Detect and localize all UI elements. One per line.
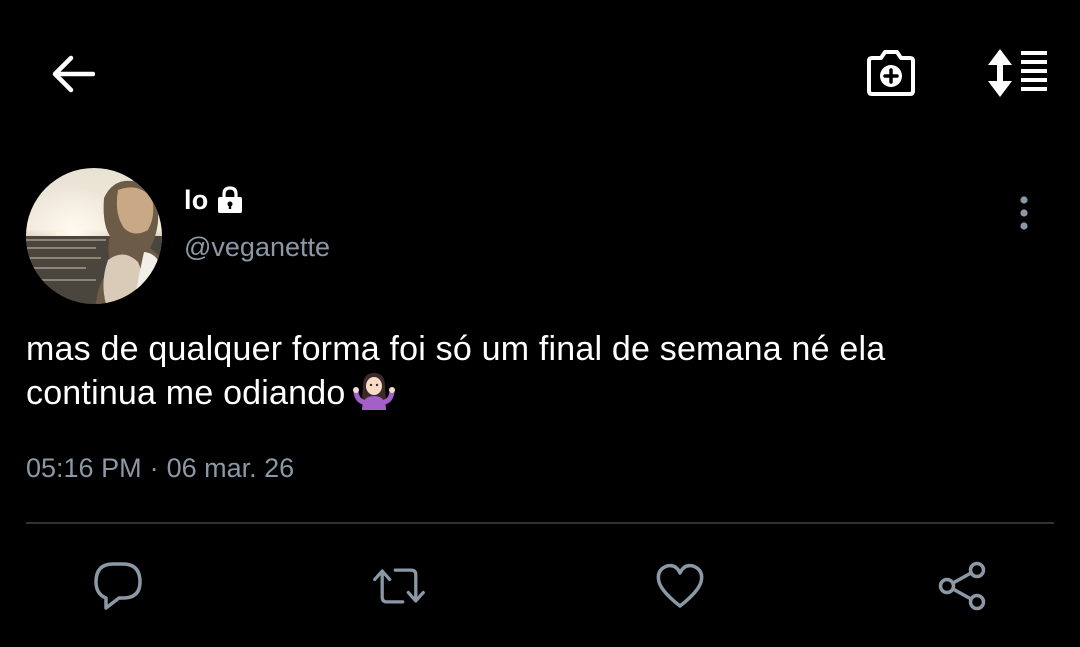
back-button[interactable] <box>48 50 98 98</box>
tweet-timestamp[interactable]: 05:16 PM · 06 mar. 26 <box>26 453 294 484</box>
tweet-date: 06 mar. 26 <box>166 453 295 483</box>
divider <box>26 522 1054 524</box>
tweet-text-line-content: continua me odiando <box>26 374 346 412</box>
retweet-icon <box>373 568 425 604</box>
tweet-time: 05:16 PM <box>26 453 142 483</box>
back-arrow-icon <box>52 55 95 93</box>
heart-icon <box>656 563 704 608</box>
add-photo-button[interactable] <box>862 45 920 101</box>
camera-add-icon <box>867 50 915 96</box>
sort-replies-button[interactable] <box>984 45 1050 101</box>
share-icon <box>938 561 986 611</box>
person-shrugging-emoji <box>353 370 396 420</box>
display-name: lo <box>184 184 209 215</box>
retweet-button[interactable] <box>371 558 427 614</box>
like-button[interactable] <box>652 558 708 614</box>
reply-button[interactable] <box>90 558 146 614</box>
tweet-detail-screen: lo @veganette mas de qualquer forma foi … <box>0 0 1080 647</box>
name-row: lo <box>184 180 330 220</box>
avatar-photo <box>26 168 162 304</box>
username-handle: @veganette <box>184 232 331 262</box>
tweet-author[interactable]: lo @veganette <box>184 180 330 263</box>
share-button[interactable] <box>934 558 990 614</box>
avatar[interactable] <box>26 168 162 304</box>
more-vertical-icon <box>1020 196 1028 230</box>
lock-icon <box>215 185 245 215</box>
sort-list-icon <box>988 49 1047 97</box>
meta-separator: · <box>149 453 159 483</box>
reply-icon <box>94 562 142 610</box>
more-options-button[interactable] <box>1008 190 1040 236</box>
top-bar <box>0 0 1080 148</box>
tweet-text-line: continua me odiando <box>26 370 1046 420</box>
tweet-text: mas de qualquer forma foi só um final de… <box>26 328 1046 420</box>
tweet-text-line: mas de qualquer forma foi só um final de… <box>26 330 886 368</box>
